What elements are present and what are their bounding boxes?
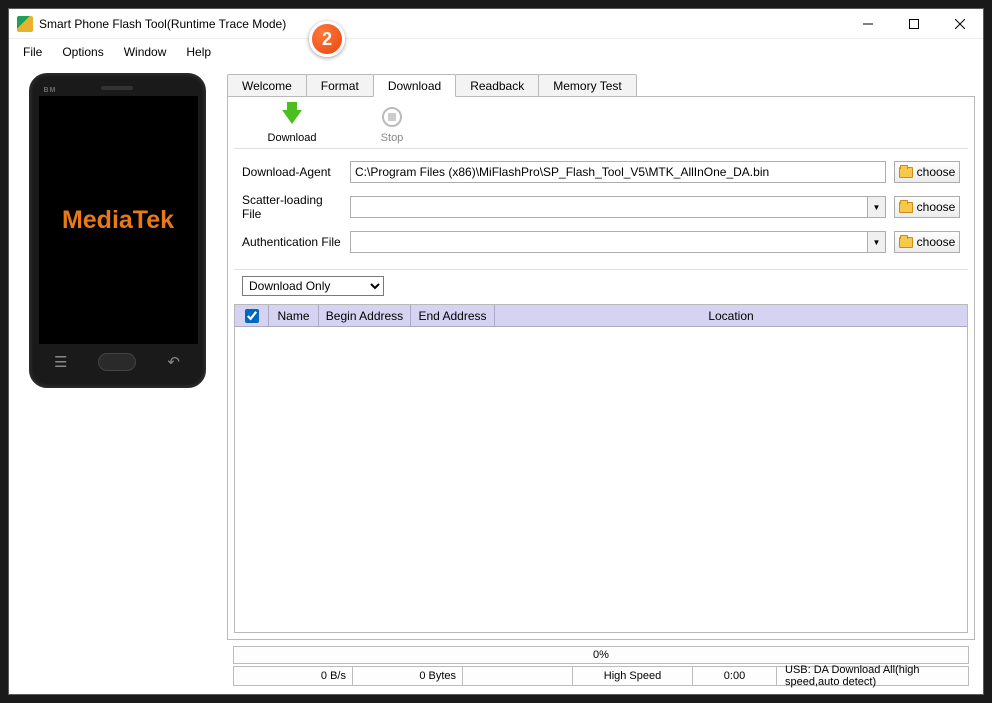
status-bytes: 0 Bytes (353, 666, 463, 686)
maximize-button[interactable] (891, 9, 937, 39)
scatter-combo[interactable]: ▼ (350, 196, 886, 218)
auth-input[interactable] (351, 232, 867, 252)
status-speed: 0 B/s (233, 666, 353, 686)
progress-text: 0% (593, 649, 609, 661)
scatter-label: Scatter-loading File (242, 193, 342, 221)
folder-icon (899, 237, 913, 248)
progress-bar: 0% (233, 646, 969, 664)
tab-download[interactable]: Download (373, 74, 456, 97)
choose-label: choose (917, 235, 956, 249)
chevron-down-icon[interactable]: ▼ (867, 232, 885, 252)
col-end[interactable]: End Address (411, 305, 495, 326)
menu-file[interactable]: File (15, 41, 50, 63)
menu-icon: ☰ (54, 353, 67, 371)
row-auth: Authentication File ▼ choose (242, 231, 960, 253)
chevron-down-icon[interactable]: ▼ (867, 197, 885, 217)
window-title: Smart Phone Flash Tool(Runtime Trace Mod… (39, 17, 845, 31)
tab-welcome[interactable]: Welcome (227, 74, 307, 97)
stop-button-label: Stop (381, 132, 404, 144)
table-body (235, 327, 967, 632)
maximize-icon (909, 19, 919, 29)
workarea: BM MediaTek ☰ ↶ Welcome Format Download … (9, 65, 983, 694)
status-blank (463, 666, 573, 686)
auth-label: Authentication File (242, 235, 342, 249)
window-controls (845, 9, 983, 39)
row-scatter: Scatter-loading File ▼ choose (242, 193, 960, 221)
phone-mock: BM MediaTek ☰ ↶ (29, 73, 206, 388)
scatter-input[interactable] (351, 197, 867, 217)
main-pane: Welcome Format Download Readback Memory … (227, 73, 975, 692)
col-location[interactable]: Location (495, 305, 967, 326)
status-mode: High Speed (573, 666, 693, 686)
choose-label: choose (917, 165, 956, 179)
scatter-choose-button[interactable]: choose (894, 196, 960, 218)
home-icon (98, 353, 136, 371)
close-icon (955, 19, 965, 29)
step-badge: 2 (309, 21, 345, 57)
stop-button[interactable]: Stop (362, 105, 422, 144)
mode-select[interactable]: Download Only (242, 276, 384, 296)
phone-nav: ☰ ↶ (39, 353, 196, 371)
app-icon (17, 16, 33, 32)
phone-pane: BM MediaTek ☰ ↶ (17, 73, 217, 692)
titlebar: Smart Phone Flash Tool(Runtime Trace Mod… (9, 9, 983, 39)
table-header: Name Begin Address End Address Location (235, 305, 967, 327)
menubar: File Options Window Help (9, 39, 983, 65)
tab-format[interactable]: Format (306, 74, 374, 97)
tab-readback[interactable]: Readback (455, 74, 539, 97)
phone-logo: MediaTek (62, 206, 174, 235)
da-choose-button[interactable]: choose (894, 161, 960, 183)
folder-icon (899, 202, 913, 213)
folder-icon (899, 167, 913, 178)
download-icon (280, 105, 304, 129)
choose-label: choose (917, 200, 956, 214)
da-input[interactable] (350, 161, 886, 183)
form-area: Download-Agent choose Scatter-loading Fi… (234, 149, 968, 270)
menu-help[interactable]: Help (178, 41, 219, 63)
tabbar: Welcome Format Download Readback Memory … (227, 73, 975, 97)
menu-options[interactable]: Options (54, 41, 111, 63)
col-name[interactable]: Name (269, 305, 319, 326)
tab-body: Download Stop Download-Agent choose (227, 97, 975, 640)
status-usb: USB: DA Download All(high speed,auto det… (777, 666, 969, 686)
phone-screen: MediaTek (39, 96, 198, 344)
minimize-icon (863, 19, 873, 29)
status-bar: 0 B/s 0 Bytes High Speed 0:00 USB: DA Do… (233, 666, 969, 686)
da-label: Download-Agent (242, 165, 342, 179)
download-button-label: Download (268, 132, 317, 144)
row-download-agent: Download-Agent choose (242, 161, 960, 183)
auth-choose-button[interactable]: choose (894, 231, 960, 253)
col-check[interactable] (235, 305, 269, 326)
app-window: Smart Phone Flash Tool(Runtime Trace Mod… (8, 8, 984, 695)
close-button[interactable] (937, 9, 983, 39)
check-all[interactable] (245, 309, 259, 323)
minimize-button[interactable] (845, 9, 891, 39)
status-time: 0:00 (693, 666, 777, 686)
stop-icon (380, 105, 404, 129)
back-icon: ↶ (167, 353, 180, 371)
phone-speaker (101, 86, 133, 90)
download-button[interactable]: Download (262, 105, 322, 144)
auth-combo[interactable]: ▼ (350, 231, 886, 253)
tab-memory-test[interactable]: Memory Test (538, 74, 636, 97)
menu-window[interactable]: Window (116, 41, 175, 63)
col-begin[interactable]: Begin Address (319, 305, 411, 326)
partition-table: Name Begin Address End Address Location (234, 304, 968, 633)
toolbar: Download Stop (234, 97, 968, 149)
mode-row: Download Only (234, 276, 968, 302)
phone-label: BM (44, 87, 57, 94)
